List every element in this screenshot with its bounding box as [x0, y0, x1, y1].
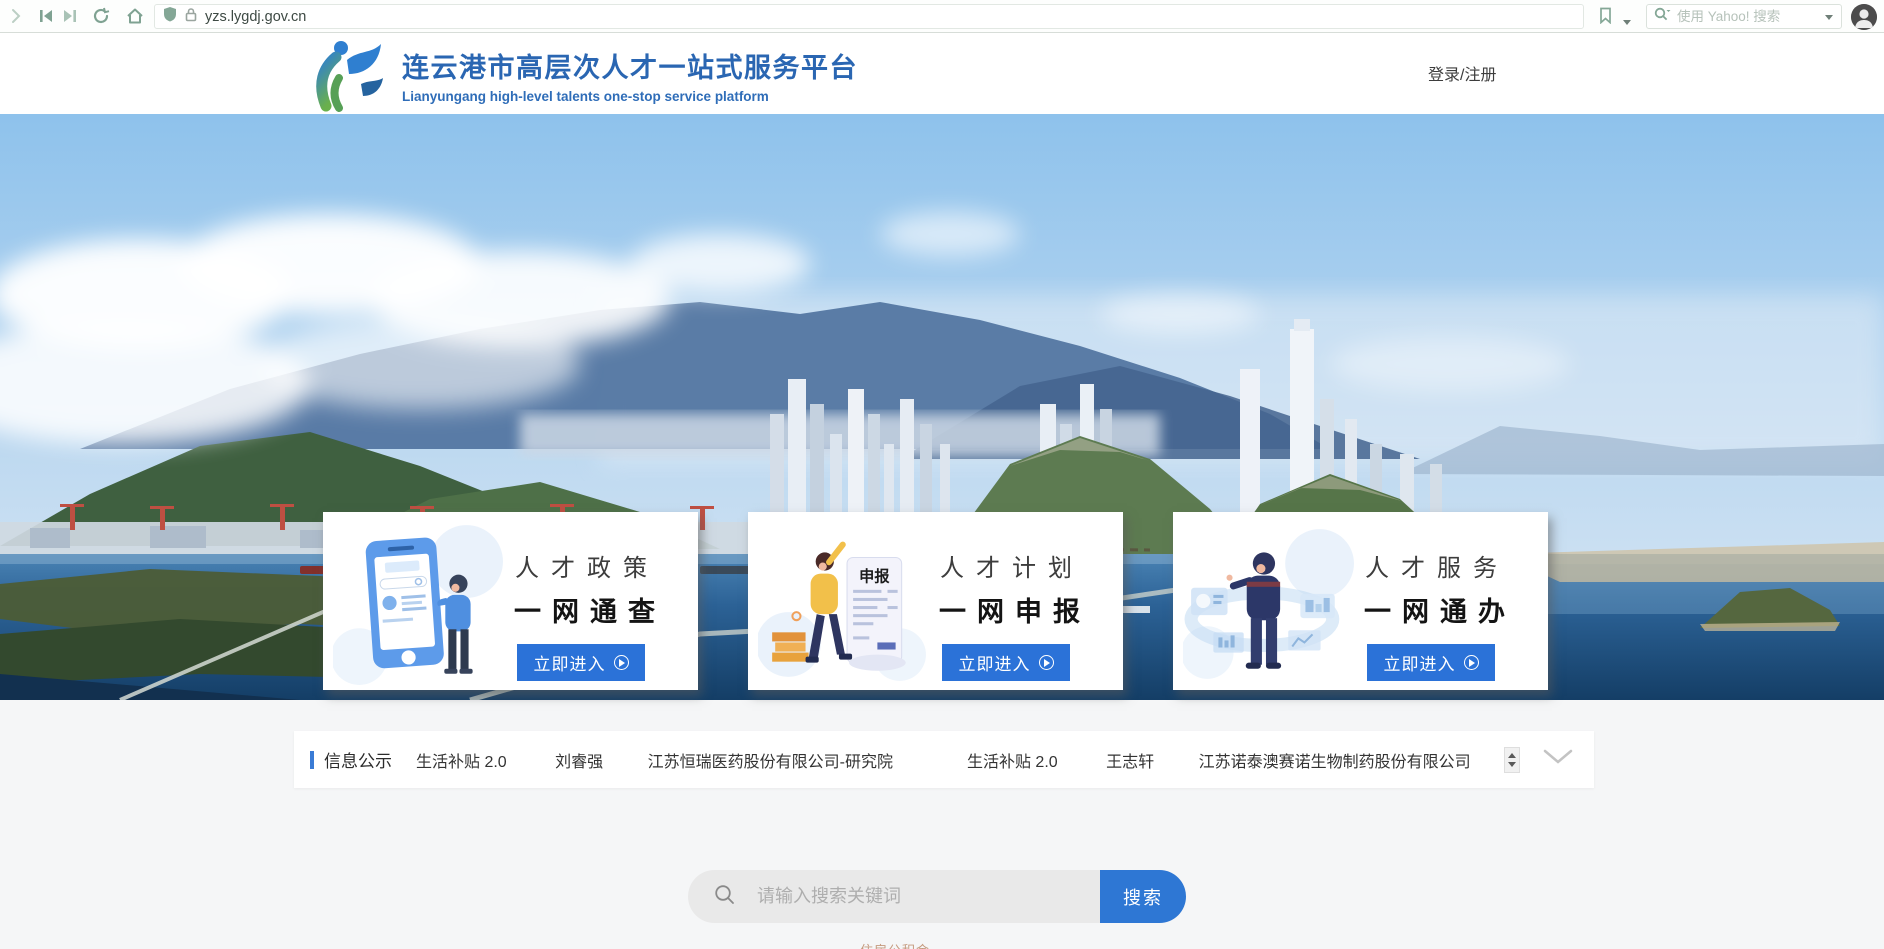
skip-back-icon[interactable] — [38, 8, 54, 29]
site-search-input[interactable] — [757, 886, 1100, 907]
announcement-stepper[interactable] — [1504, 747, 1520, 773]
announcement-label: 信息公示 — [324, 747, 392, 772]
card-talent-policy: 人才政策 一网通查 立即进入 — [323, 512, 698, 690]
card-title-line1: 人才服务 — [1353, 548, 1509, 583]
browser-search-box[interactable] — [1646, 4, 1842, 29]
enter-now-button[interactable]: 立即进入 — [517, 644, 645, 681]
card-title-line2: 一网通办 — [1353, 590, 1509, 629]
section-tick-icon — [310, 751, 314, 769]
shield-icon[interactable] — [163, 6, 177, 27]
home-icon[interactable] — [126, 7, 144, 30]
login-register-link[interactable]: 登录/注册 — [1428, 61, 1496, 85]
search-caret-icon — [1654, 7, 1671, 26]
announcement-org: 江苏恒瑞医药股份有限公司-研究院 — [648, 754, 893, 771]
site-subtitle: Lianyungang high-level talents one-stop … — [402, 89, 858, 104]
lower-section: 信息公示 生活补贴 2.0 刘睿强 江苏恒瑞医药股份有限公司-研究院 生活补贴 … — [0, 700, 1884, 949]
bookmark-caret-icon[interactable] — [1622, 13, 1632, 31]
card-title-line2: 一网通查 — [503, 590, 659, 629]
play-circle-icon — [1039, 655, 1054, 670]
card-title-line1: 人才计划 — [928, 548, 1084, 583]
card-title-line1: 人才政策 — [503, 548, 659, 583]
chevron-down-icon[interactable] — [1542, 749, 1574, 770]
profile-avatar[interactable] — [1851, 4, 1877, 30]
bookmark-icon[interactable] — [1599, 7, 1612, 29]
refresh-icon[interactable] — [92, 7, 110, 30]
search-icon — [714, 884, 735, 910]
announcement-policy: 生活补贴 2.0 — [416, 754, 507, 771]
address-bar[interactable]: yzs.lygdj.gov.cn — [154, 4, 1584, 29]
announcement-item: 生活补贴 2.0 刘睿强 江苏恒瑞医药股份有限公司-研究院 — [392, 748, 893, 772]
doc-label-text: 申报 — [859, 568, 890, 586]
announcement-controls — [1504, 747, 1594, 773]
announcement-name: 王志轩 — [1106, 754, 1154, 771]
service-hologram-illustration — [1183, 522, 1355, 686]
site-header: 连云港市高层次人才一站式服务平台 Lianyungang high-level … — [0, 33, 1884, 114]
card-text-block: 人才服务 一网通办 立即进入 — [1353, 548, 1509, 681]
card-text-block: 人才计划 一网申报 立即进入 — [928, 548, 1084, 681]
partial-bottom-link[interactable]: 住房公积金 — [860, 940, 980, 949]
declare-document-illustration: 申报 — [758, 522, 930, 686]
enter-now-button[interactable]: 立即进入 — [942, 644, 1070, 681]
feature-cards-row: 人才政策 一网通查 立即进入 申报 — [323, 512, 1548, 690]
site-title: 连云港市高层次人才一站式服务平台 — [402, 46, 858, 85]
skip-forward-icon[interactable] — [62, 8, 78, 29]
announcement-org: 江苏诺泰澳赛诺生物制药股份有限公司 — [1199, 754, 1471, 771]
enter-button-label: 立即进入 — [959, 650, 1031, 675]
announcement-name: 刘睿强 — [555, 754, 603, 771]
card-title-line2: 一网申报 — [928, 590, 1084, 629]
phone-search-illustration — [333, 522, 505, 686]
enter-now-button[interactable]: 立即进入 — [1367, 644, 1495, 681]
chevron-right-icon[interactable] — [10, 8, 22, 29]
lock-icon[interactable] — [185, 7, 197, 27]
browser-search-input[interactable] — [1677, 9, 1818, 24]
card-talent-service: 人才服务 一网通办 立即进入 — [1173, 512, 1548, 690]
search-dropdown-caret-icon[interactable] — [1824, 8, 1834, 26]
card-text-block: 人才政策 一网通查 立即进入 — [503, 548, 659, 681]
site-logo-icon — [303, 38, 393, 117]
site-search-bar: 搜索 — [688, 870, 1186, 923]
enter-button-label: 立即进入 — [1384, 650, 1456, 675]
play-circle-icon — [1464, 655, 1479, 670]
url-text: yzs.lygdj.gov.cn — [205, 9, 306, 25]
enter-button-label: 立即进入 — [534, 650, 606, 675]
stepper-down-icon[interactable] — [1508, 762, 1516, 767]
card-talent-program: 申报 人才计划 一网申报 立即进入 — [748, 512, 1123, 690]
stepper-up-icon[interactable] — [1508, 753, 1516, 758]
site-title-block: 连云港市高层次人才一站式服务平台 Lianyungang high-level … — [402, 46, 858, 104]
announcement-policy: 生活补贴 2.0 — [967, 754, 1058, 771]
browser-toolbar: yzs.lygdj.gov.cn — [0, 0, 1884, 33]
play-circle-icon — [614, 655, 629, 670]
announcement-item: 生活补贴 2.0 王志轩 江苏诺泰澳赛诺生物制药股份有限公司 — [893, 748, 1471, 772]
site-search-button[interactable]: 搜索 — [1100, 870, 1186, 923]
announcement-bar: 信息公示 生活补贴 2.0 刘睿强 江苏恒瑞医药股份有限公司-研究院 生活补贴 … — [294, 731, 1594, 788]
